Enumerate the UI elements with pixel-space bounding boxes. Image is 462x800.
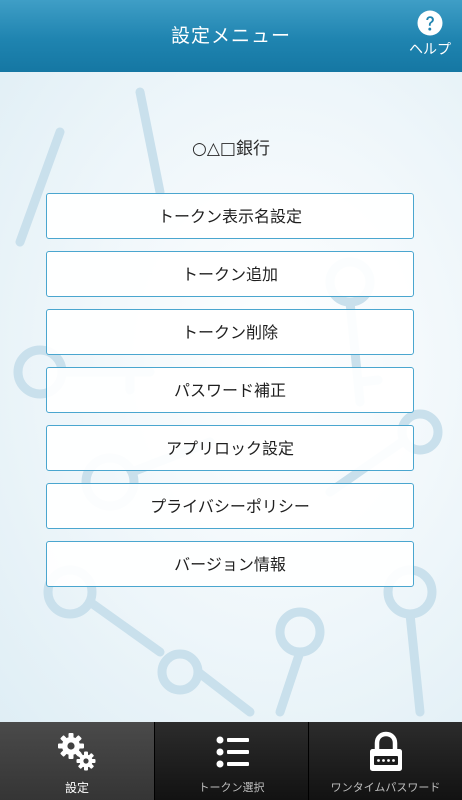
privacy-policy-button[interactable]: プライバシーポリシー — [46, 483, 414, 529]
padlock-icon — [369, 731, 402, 771]
bank-name: ○△□銀行 — [192, 139, 270, 159]
password-correction-button[interactable]: パスワード補正 — [46, 367, 414, 413]
page-title: 設定メニュー — [170, 25, 291, 47]
tab-settings-label: 設定 — [64, 781, 89, 795]
tab-settings[interactable]: 設定 — [0, 722, 154, 800]
tab-one-time-password-label: ワンタイムパスワード — [330, 781, 441, 794]
tab-token-select-label: トークン選択 — [198, 781, 265, 794]
gears-icon — [58, 733, 96, 771]
app-header: 設定メニュー ヘルプ — [0, 0, 462, 72]
settings-content: ○△□銀行 トークン表示名設定 トークン追加 トークン削除 パスワード補正 アプ… — [0, 72, 462, 722]
bottom-tab-bar: 設定 トークン選択 ワンタイムパスワード — [0, 722, 462, 800]
token-display-name-settings-button[interactable]: トークン表示名設定 — [46, 193, 414, 239]
version-info-button[interactable]: バージョン情報 — [46, 541, 414, 587]
help-button[interactable]: ヘルプ — [404, 10, 456, 66]
delete-token-button[interactable]: トークン削除 — [46, 309, 414, 355]
question-icon — [417, 10, 443, 36]
list-icon — [216, 736, 249, 768]
app-lock-settings-button[interactable]: アプリロック設定 — [46, 425, 414, 471]
help-label: ヘルプ — [409, 42, 451, 58]
add-token-button[interactable]: トークン追加 — [46, 251, 414, 297]
tab-one-time-password[interactable]: ワンタイムパスワード — [308, 722, 462, 800]
tab-token-select[interactable]: トークン選択 — [154, 722, 308, 800]
